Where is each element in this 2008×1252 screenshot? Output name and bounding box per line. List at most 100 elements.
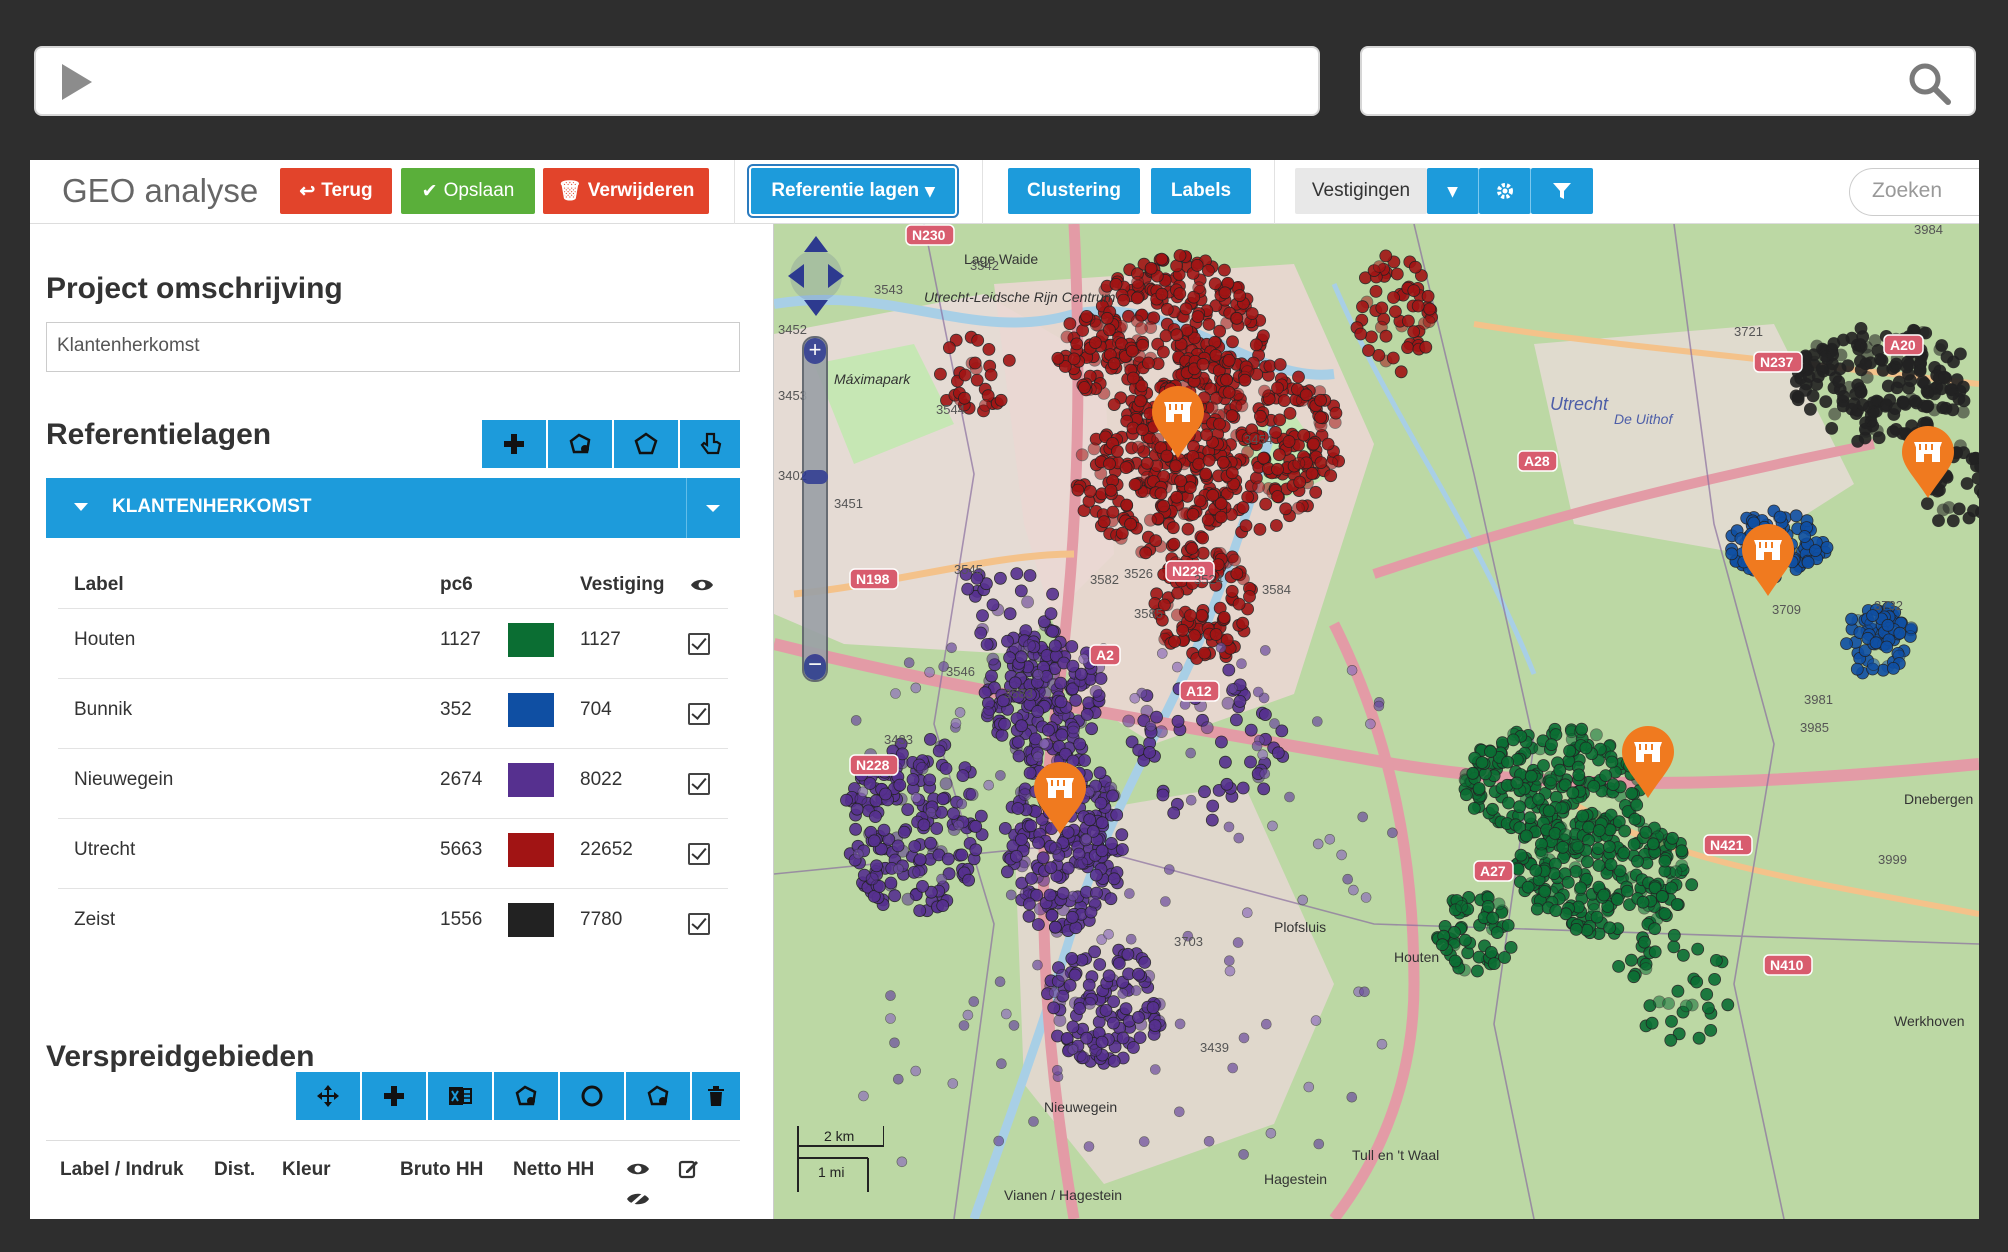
color-swatch[interactable]: [508, 763, 554, 797]
customer-dot: [1218, 286, 1232, 300]
customer-dot: [936, 792, 950, 806]
zoom-out-button[interactable]: −: [804, 653, 826, 680]
visibility-checkbox[interactable]: [688, 633, 710, 655]
delete-area-button[interactable]: [692, 1072, 740, 1120]
customer-dot: [1220, 373, 1233, 387]
map-canvas[interactable]: Lage WaideUtrecht-Leidsche Rijn CentrumM…: [774, 224, 1979, 1219]
table-row: Utrecht 5663 22652: [58, 818, 728, 888]
customer-dot: [1375, 301, 1389, 315]
draw-polygon-button[interactable]: [614, 420, 680, 468]
customer-dot: [1176, 623, 1190, 637]
customer-dot: [896, 1156, 908, 1168]
area-polygon-button[interactable]: [626, 1072, 692, 1120]
delete-button[interactable]: 🗑 Verwijderen: [543, 168, 709, 214]
postcode-label: 3703: [1174, 934, 1203, 949]
customer-dot: [1591, 842, 1605, 855]
customer-dot: [1419, 340, 1433, 354]
clustering-button[interactable]: Clustering: [1008, 168, 1140, 214]
address-bar[interactable]: [34, 46, 1320, 116]
customer-dot: [1521, 880, 1535, 894]
add-layer-button[interactable]: [482, 420, 548, 468]
filter-button[interactable]: [1531, 168, 1593, 214]
visibility-checkbox[interactable]: [688, 773, 710, 795]
save-button[interactable]: ✔ Opslaan: [401, 168, 535, 214]
customer-dot: [1106, 505, 1120, 519]
export-excel-button[interactable]: [428, 1072, 494, 1120]
visibility-checkbox[interactable]: [688, 703, 710, 725]
collapse-caret-icon[interactable]: [74, 503, 88, 511]
settings-button[interactable]: [1479, 168, 1531, 214]
map-place-label: Plofsluis: [1274, 919, 1326, 935]
reference-layers-dropdown[interactable]: Referentie lagen ▾: [747, 164, 959, 218]
column-label-indruk: Label / Indruk: [60, 1159, 184, 1180]
customer-dot: [1700, 988, 1714, 1001]
draw-area-button[interactable]: [548, 420, 614, 468]
customer-dot: [1850, 662, 1864, 676]
customer-dot: [1236, 658, 1247, 670]
play-icon[interactable]: [62, 64, 92, 100]
customer-dot: [1946, 403, 1960, 417]
customer-dot: [1407, 284, 1421, 297]
move-button[interactable]: [296, 1072, 362, 1120]
customer-dot: [1492, 897, 1506, 911]
customer-dot: [1369, 285, 1383, 298]
pan-control[interactable]: [786, 232, 846, 320]
zoom-in-button[interactable]: +: [804, 338, 826, 364]
color-swatch[interactable]: [508, 903, 554, 937]
draw-circle-button[interactable]: [560, 1072, 626, 1120]
back-button[interactable]: ↩ Terug: [280, 168, 392, 214]
customer-dot: [1032, 669, 1044, 680]
search-bar[interactable]: [1360, 46, 1976, 116]
postcode-label: 3542: [970, 258, 999, 273]
postcode-label: 3546: [946, 664, 975, 679]
layer-options-dropdown[interactable]: [686, 478, 740, 538]
customer-dot: [1065, 640, 1079, 653]
color-swatch[interactable]: [508, 623, 554, 657]
customer-dot: [1665, 1015, 1678, 1028]
add-area-button[interactable]: [362, 1072, 428, 1120]
layer-header-klantenherkomst[interactable]: KLANTENHERKOMST: [46, 478, 740, 538]
labels-button[interactable]: Labels: [1151, 168, 1251, 214]
select-button[interactable]: [680, 420, 740, 468]
customer-dot: [955, 848, 969, 862]
customer-dot: [913, 853, 927, 866]
customer-dot: [1214, 735, 1228, 749]
zoom-slider[interactable]: + −: [802, 336, 828, 682]
color-swatch[interactable]: [508, 693, 554, 727]
customer-dot: [893, 778, 907, 792]
vestigingen-select[interactable]: Vestigingen: [1295, 168, 1427, 214]
customer-dot: [1080, 310, 1094, 323]
customer-dot: [1356, 300, 1369, 314]
zoom-handle[interactable]: [802, 470, 828, 484]
customer-dot: [1867, 658, 1880, 672]
customer-dot: [1223, 955, 1235, 967]
color-swatch[interactable]: [508, 833, 554, 867]
svg-text:N198: N198: [856, 571, 890, 587]
customer-dot: [1228, 553, 1242, 567]
customer-dot: [1018, 788, 1032, 801]
project-description-input[interactable]: Klantenherkomst: [46, 322, 740, 372]
customer-dot: [910, 1065, 921, 1077]
customer-dot: [1217, 263, 1231, 277]
visibility-checkbox[interactable]: [688, 913, 710, 935]
customer-dot: [1665, 881, 1678, 895]
customer-dot: [1305, 467, 1319, 480]
customer-dot: [1169, 459, 1183, 473]
customer-dot: [993, 571, 1007, 585]
svg-text:A28: A28: [1524, 453, 1550, 469]
plus-icon: [504, 434, 524, 454]
area-settings-button[interactable]: [494, 1072, 560, 1120]
customer-dot: [936, 873, 947, 885]
visibility-checkbox[interactable]: [688, 843, 710, 865]
customer-dot: [1667, 928, 1681, 942]
search-input[interactable]: Zoeken: [1849, 168, 1979, 216]
customer-dot: [1205, 813, 1219, 827]
vestigingen-dropdown-button[interactable]: ▾: [1427, 168, 1479, 214]
customer-dot: [1702, 1001, 1715, 1015]
customer-dot: [1130, 291, 1144, 305]
map-view[interactable]: Lage Waide Utrecht-Leidsche Rijn Centrum M…: [774, 224, 1979, 1219]
customer-dot: [1022, 897, 1036, 911]
customer-dot: [1200, 428, 1214, 442]
customer-dot: [1148, 1019, 1162, 1032]
search-icon[interactable]: [1906, 60, 1952, 106]
